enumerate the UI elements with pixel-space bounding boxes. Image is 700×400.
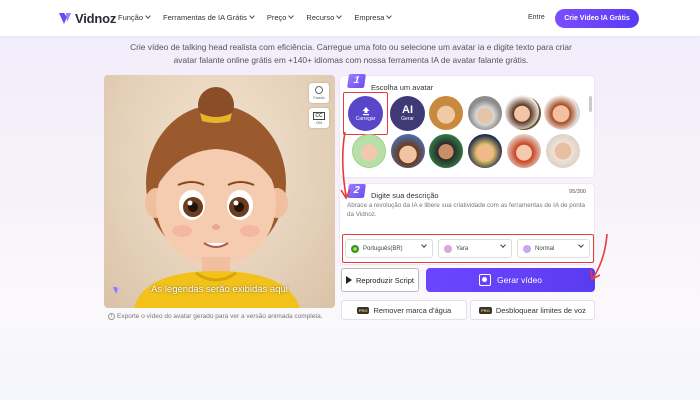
info-icon: i xyxy=(108,313,115,320)
avatar-scrollbar[interactable] xyxy=(589,96,592,112)
avatar-option[interactable] xyxy=(391,134,425,168)
background-tool-button[interactable]: Fundo xyxy=(309,83,329,103)
export-note-text: Exporte o vídeo do avatar gerado para ve… xyxy=(117,313,323,320)
annotation-arrow-icon xyxy=(340,131,351,200)
menu-funcao[interactable]: Função xyxy=(118,13,151,22)
unlock-voice-limits-button[interactable]: PRO Desbloquear limites de voz xyxy=(470,300,595,320)
step-number: 1 xyxy=(347,74,366,88)
avatar-option[interactable] xyxy=(544,95,578,129)
menu-recurso[interactable]: Recurso xyxy=(306,13,343,22)
menu-label: Recurso xyxy=(306,13,335,22)
avatar-option[interactable] xyxy=(429,96,463,130)
play-script-button[interactable]: Reproduzir Script xyxy=(341,268,419,292)
background-tool-label: Fundo xyxy=(313,95,325,100)
ai-label: Gerar xyxy=(401,116,414,122)
chevron-down-icon xyxy=(145,13,151,19)
avatar-preview-image xyxy=(134,87,300,308)
description-textarea[interactable]: Abrace a revolução da IA e libere sua cr… xyxy=(347,201,587,219)
remove-watermark-button[interactable]: PRO Remover marca d'água xyxy=(341,300,467,320)
menu-label: Preço xyxy=(266,13,287,22)
remove-watermark-label: Remover marca d'água xyxy=(373,305,452,315)
subtitle-line: avatar falante online grátis em +140+ id… xyxy=(173,55,529,65)
highlight-options-box xyxy=(342,234,594,263)
subtitle-line: Crie vídeo de talking head realista com … xyxy=(130,42,572,52)
chevron-down-icon xyxy=(248,13,255,19)
unlock-limits-label: Desbloquear limites de voz xyxy=(495,305,586,315)
menu-label: Função xyxy=(118,13,144,22)
brand-logo[interactable]: Vidnoz xyxy=(58,10,116,26)
avatar-option[interactable] xyxy=(352,134,386,168)
avatar-option[interactable] xyxy=(507,134,541,168)
hero-subtitle: Crie vídeo de talking head realista com … xyxy=(110,41,592,67)
avatar-option[interactable] xyxy=(468,134,502,168)
caption-overlay: As legendas serão exibidas aqui xyxy=(151,284,288,295)
generate-label: Gerar vídeo xyxy=(497,275,542,285)
step-title: Digite sua descrição xyxy=(371,191,439,200)
export-note: i Exporte o vídeo do avatar gerado para … xyxy=(108,313,323,320)
play-icon xyxy=(346,276,353,284)
annotation-arrow-icon xyxy=(590,233,608,281)
play-script-label: Reproduzir Script xyxy=(356,275,414,285)
login-link[interactable]: Entre xyxy=(528,14,545,21)
menu-ferramentas[interactable]: Ferramentas de IA Grátis xyxy=(163,13,255,22)
cc-state-label: ON xyxy=(316,119,322,125)
video-icon xyxy=(479,274,492,286)
chevron-down-icon xyxy=(288,13,295,19)
top-navbar: Vidnoz Função Ferramentas de IA Grátis P… xyxy=(0,0,700,36)
menu-preco[interactable]: Preço xyxy=(266,13,295,22)
step-title: Escolha um avatar xyxy=(371,83,434,92)
pro-badge: PRO xyxy=(356,306,370,314)
brand-name: Vidnoz xyxy=(75,10,117,26)
vidnoz-logo-icon xyxy=(59,13,71,24)
main-menu: Função Ferramentas de IA Grátis Preço Re… xyxy=(118,13,404,22)
captions-toggle-button[interactable]: CC ON xyxy=(309,108,329,128)
pro-badge: PRO xyxy=(479,306,492,314)
avatar-option[interactable] xyxy=(468,96,502,130)
background-icon xyxy=(315,86,323,94)
cc-icon: CC xyxy=(313,111,325,120)
generate-video-button[interactable]: Gerar vídeo xyxy=(426,268,595,292)
ai-icon: AI xyxy=(402,104,413,116)
menu-label: Empresa xyxy=(354,13,385,22)
menu-label: Ferramentas de IA Grátis xyxy=(163,13,247,22)
generate-ai-avatar-button[interactable]: AI Gerar xyxy=(390,96,425,131)
highlight-upload-box xyxy=(343,92,388,135)
chevron-down-icon xyxy=(386,13,393,19)
avatar-option[interactable] xyxy=(546,134,580,168)
avatar-option[interactable] xyxy=(429,134,463,168)
description-panel: 2 Digite sua descrição 95/300 Abrace a r… xyxy=(339,183,595,265)
chevron-down-icon xyxy=(336,13,343,19)
avatar-preview: Fundo CC ON As legendas serão exibidas a… xyxy=(104,75,335,308)
char-counter: 95/300 xyxy=(569,189,586,195)
menu-empresa[interactable]: Empresa xyxy=(354,13,393,22)
create-video-cta-button[interactable]: Crie Vídeo IA Grátis xyxy=(555,9,639,28)
avatar-option[interactable] xyxy=(505,95,539,129)
